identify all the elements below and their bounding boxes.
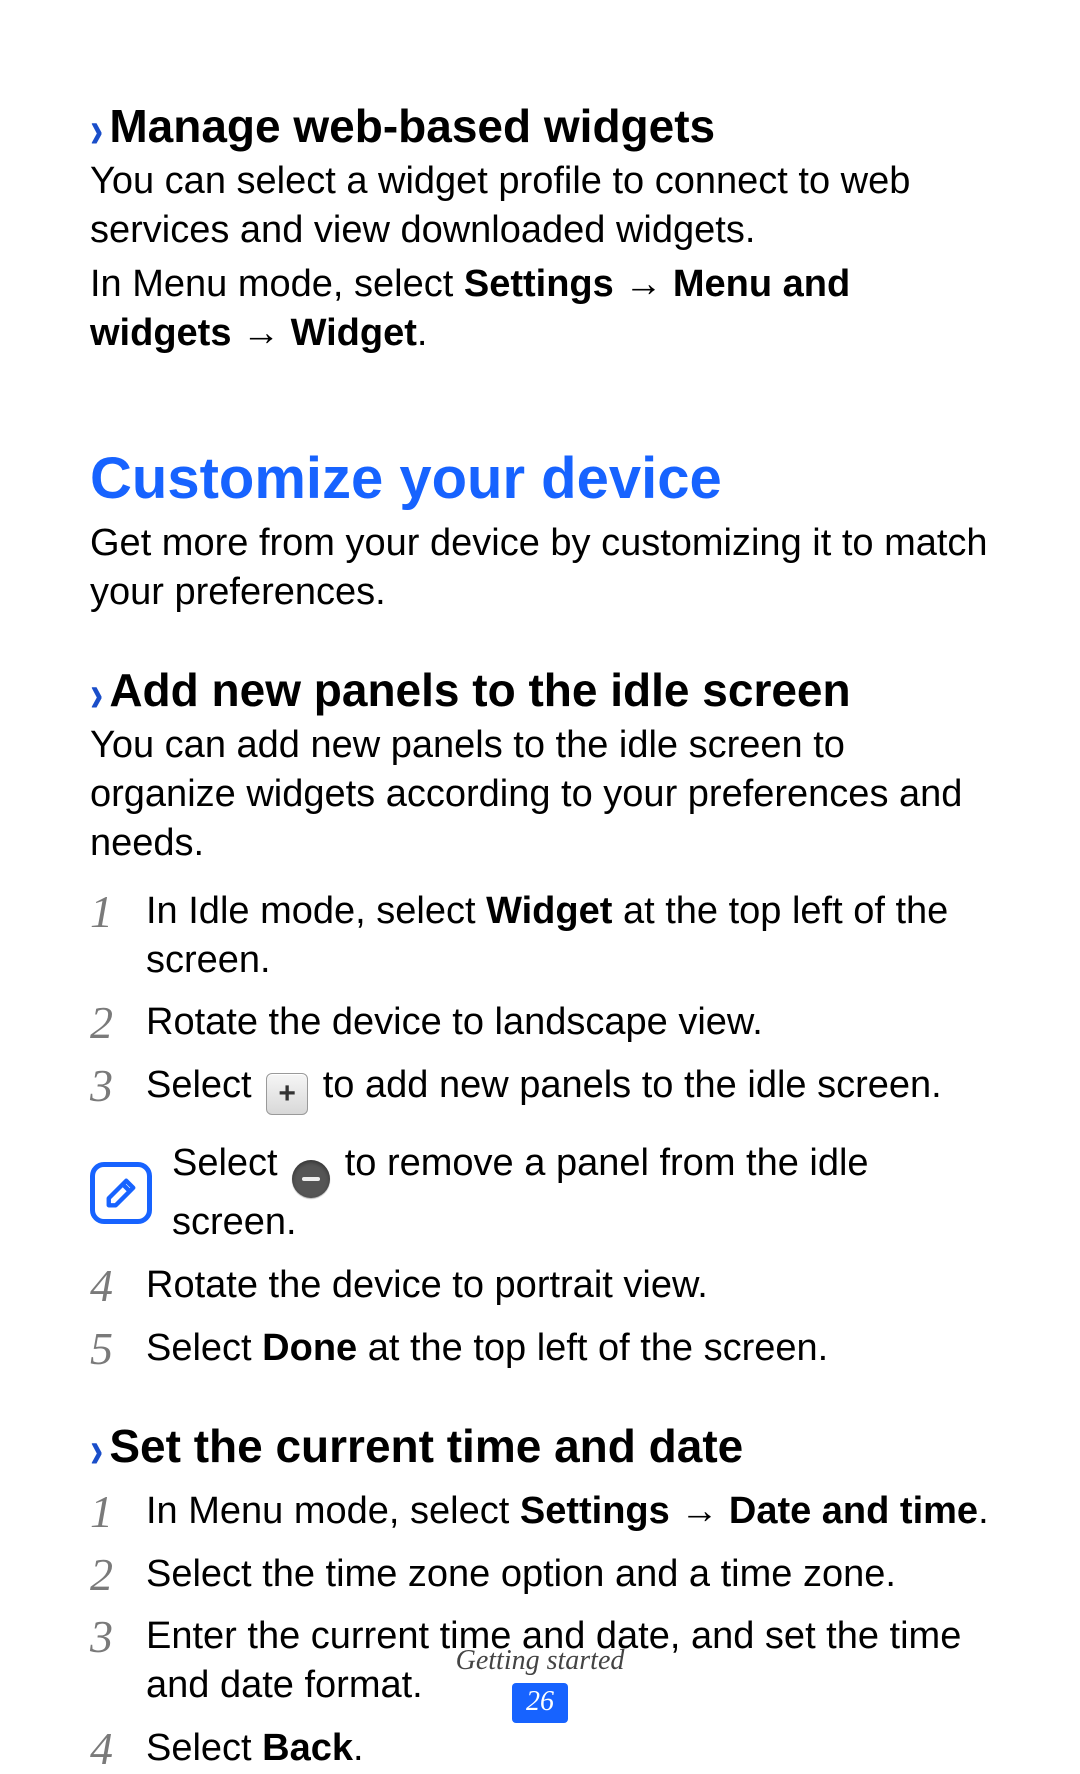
step: 3 Select + to add new panels to the idle… [90,1061,990,1115]
ui-label: Widget [486,890,612,932]
text: Select [146,1727,262,1769]
menu-path: Settings → Date and time [520,1490,978,1532]
step-text: Select Back. [146,1724,990,1773]
section-customize: Customize your device Get more from your… [90,447,990,616]
text: . [353,1727,364,1769]
ui-label: Back [262,1727,353,1769]
section-manage-widgets: ›Manage web-based widgets You can select… [90,100,990,357]
step-number: 2 [90,998,146,1046]
text: In Menu mode, select [90,263,464,305]
step-text: Select + to add new panels to the idle s… [146,1061,990,1115]
step: 4 Rotate the device to portrait view. [90,1261,990,1310]
heading-manage-widgets: ›Manage web-based widgets [90,100,990,153]
step-number: 4 [90,1724,146,1772]
step-text: Select the time zone option and a time z… [146,1550,990,1599]
text: Select [146,1064,262,1106]
step-number: 1 [90,887,146,935]
note-icon [90,1162,152,1224]
text: Select [172,1142,288,1184]
paragraph: You can select a widget profile to conne… [90,157,990,254]
note: Select to remove a panel from the idle s… [90,1139,990,1247]
section-add-panels: ›Add new panels to the idle screen You c… [90,664,990,1372]
chevron-icon: › [90,1421,103,1481]
step: 5 Select Done at the top left of the scr… [90,1324,990,1373]
step: 1 In Idle mode, select Widget at the top… [90,887,990,984]
step-text: Rotate the device to portrait view. [146,1261,990,1310]
page-footer: Getting started 26 [0,1645,1080,1723]
step-text: Rotate the device to landscape view. [146,998,990,1047]
chevron-icon: › [90,665,103,725]
heading-time-date: ›Set the current time and date [90,1420,990,1473]
step-number: 4 [90,1261,146,1309]
steps-list: 1 In Idle mode, select Widget at the top… [90,887,990,1372]
text: at the top left of the screen. [357,1327,828,1369]
chapter-name: Getting started [0,1645,1080,1677]
ui-label: Done [262,1327,357,1369]
text: In Menu mode, select [146,1490,520,1532]
text: In Idle mode, select [146,890,486,932]
text: to add new panels to the idle screen. [312,1064,942,1106]
heading-text: Add new panels to the idle screen [109,664,850,716]
step: 2 Rotate the device to landscape view. [90,998,990,1047]
step-number: 2 [90,1550,146,1598]
minus-icon [292,1160,330,1198]
page-number: 26 [512,1683,568,1723]
step-number: 1 [90,1487,146,1535]
text: . [978,1490,989,1532]
paragraph: Get more from your device by customizing… [90,519,990,616]
heading-text: Manage web-based widgets [109,100,715,152]
step: 1 In Menu mode, select Settings → Date a… [90,1487,990,1536]
step-number: 5 [90,1324,146,1372]
pencil-icon [100,1172,142,1214]
chevron-icon: › [90,100,103,160]
step: 2 Select the time zone option and a time… [90,1550,990,1599]
note-text: Select to remove a panel from the idle s… [172,1139,990,1247]
text: Select [146,1327,262,1369]
paragraph: You can add new panels to the idle scree… [90,721,990,867]
heading-text: Set the current time and date [109,1420,743,1472]
plus-icon: + [266,1073,308,1115]
step: 4 Select Back. [90,1724,990,1773]
heading-add-panels: ›Add new panels to the idle screen [90,664,990,717]
text: . [417,312,428,354]
steps-list: 1 In Menu mode, select Settings → Date a… [90,1487,990,1772]
step-text: In Menu mode, select Settings → Date and… [146,1487,990,1536]
step-text: Select Done at the top left of the scree… [146,1324,990,1373]
step-number: 3 [90,1061,146,1109]
step-text: In Idle mode, select Widget at the top l… [146,887,990,984]
heading-customize: Customize your device [90,447,990,511]
paragraph: In Menu mode, select Settings → Menu and… [90,260,990,357]
